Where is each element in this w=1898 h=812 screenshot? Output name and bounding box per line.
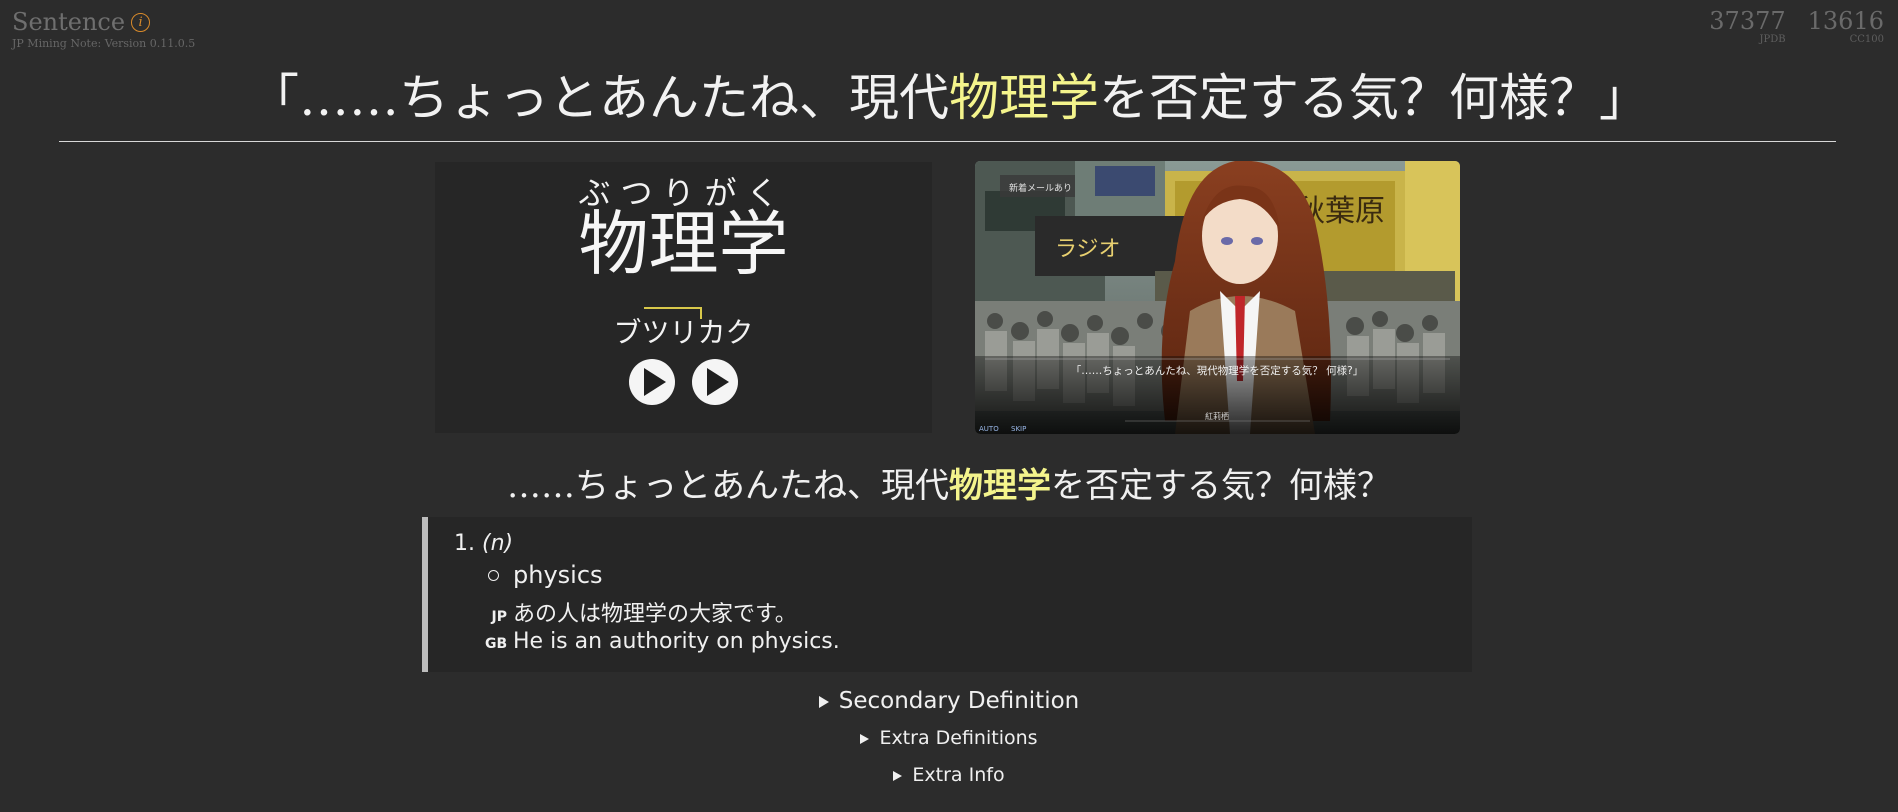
- section-label: Extra Definitions: [879, 727, 1038, 749]
- primary-definition: 1. (n) physics JP あの人は物理学の大家です。 GB He is…: [422, 517, 1472, 672]
- sentence-after: を否定する気？何様？」: [1099, 69, 1649, 127]
- frequency-source: CC100: [1849, 34, 1884, 46]
- frequency-item: 37377 JPDB: [1709, 7, 1786, 46]
- definition-number: 1.: [454, 531, 475, 556]
- mail-notice: 新着メールあり: [1009, 182, 1072, 194]
- full-sentence: 「……ちょっとあんたね、現代物理学を否定する気？何様？」: [0, 58, 1898, 130]
- sentence-before: 「……ちょっとあんたね、現代: [249, 69, 949, 127]
- example-sentence: GB He is an authority on physics.: [485, 629, 840, 654]
- version-label: JP Mining Note: Version 0.11.0.5: [12, 37, 196, 50]
- frequency-source: JPDB: [1759, 34, 1786, 46]
- sentence-before: ……ちょっとあんたね、現代: [507, 466, 949, 506]
- extra-info-toggle[interactable]: Extra Info: [0, 764, 1898, 786]
- card-type: Sentence i: [12, 8, 195, 36]
- game-scene: ラジオ 秋葉原 新着メールあり 「……ちょっとあんたね、現代物理学を否定する気？…: [975, 161, 1460, 434]
- gloss-item: physics: [488, 561, 603, 589]
- definition-header: 1. (n): [454, 531, 513, 556]
- example-text: He is an authority on physics.: [513, 629, 840, 654]
- gloss-text: physics: [513, 561, 603, 589]
- reading-part: ツリ: [641, 316, 698, 350]
- disclosure-triangle-icon: [893, 770, 903, 781]
- frequency-item: 13616 CC100: [1807, 7, 1884, 46]
- play-audio-button[interactable]: [692, 359, 738, 406]
- sentence-display: ……ちょっとあんたね、現代物理学を否定する気？何様？: [0, 458, 1898, 507]
- disclosure-triangle-icon: [818, 695, 829, 708]
- screenshot-image[interactable]: ラジオ 秋葉原 新着メールあり 「……ちょっとあんたね、現代物理学を否定する気？…: [975, 161, 1460, 434]
- reading-part: カ: [697, 316, 726, 350]
- sentence-highlight: 物理学: [949, 69, 1099, 127]
- info-icon[interactable]: i: [131, 12, 151, 32]
- divider: [59, 141, 1836, 142]
- reading-part: ク: [725, 316, 754, 350]
- section-label: Extra Info: [912, 764, 1005, 786]
- svg-text:ラジオ: ラジオ: [1055, 237, 1121, 262]
- dialogue-text: 「……ちょっとあんたね、現代物理学を否定する気？ 何様?」: [1071, 364, 1363, 377]
- example-text: あの人は物理学の大家です。: [513, 602, 797, 627]
- play-icon: [706, 368, 729, 397]
- part-of-speech: (n): [482, 531, 514, 556]
- word-panel: ぶつりがく 物理学 ブツリカク: [435, 162, 932, 433]
- audio-buttons: [435, 359, 932, 406]
- secondary-definition-toggle[interactable]: Secondary Definition: [0, 688, 1898, 714]
- sentence-after: を否定する気？何様？: [1051, 466, 1391, 506]
- sentence-highlight: 物理学: [949, 466, 1051, 506]
- play-icon: [643, 368, 666, 397]
- example-lang-tag: GB: [485, 636, 508, 652]
- disclosure-triangle-icon: [860, 733, 870, 744]
- play-audio-button[interactable]: [629, 359, 675, 406]
- auto-label: AUTO: [979, 425, 999, 433]
- example-sentence: JP あの人は物理学の大家です。: [485, 596, 797, 628]
- pitch-accent-line: [644, 307, 703, 320]
- example-lang-tag: JP: [491, 609, 507, 625]
- pitch-accent-reading: ブツリカク: [613, 307, 754, 351]
- speaker-name: 紅莉栖: [1205, 411, 1229, 421]
- frequency-value: 37377: [1709, 7, 1786, 35]
- section-label: Secondary Definition: [838, 688, 1080, 714]
- skip-label: SKIP: [1011, 425, 1026, 433]
- frequency-list: 37377 JPDB 13616 CC100: [1709, 7, 1884, 46]
- bullet-icon: [488, 569, 499, 581]
- card-type-label: Sentence: [12, 8, 126, 36]
- extra-definitions-toggle[interactable]: Extra Definitions: [0, 727, 1898, 749]
- frequency-value: 13616: [1807, 7, 1884, 35]
- word-kanji: 物理学: [578, 203, 789, 286]
- reading-part: ブ: [613, 316, 642, 350]
- card-header: Sentence i JP Mining Note: Version 0.11.…: [12, 8, 195, 50]
